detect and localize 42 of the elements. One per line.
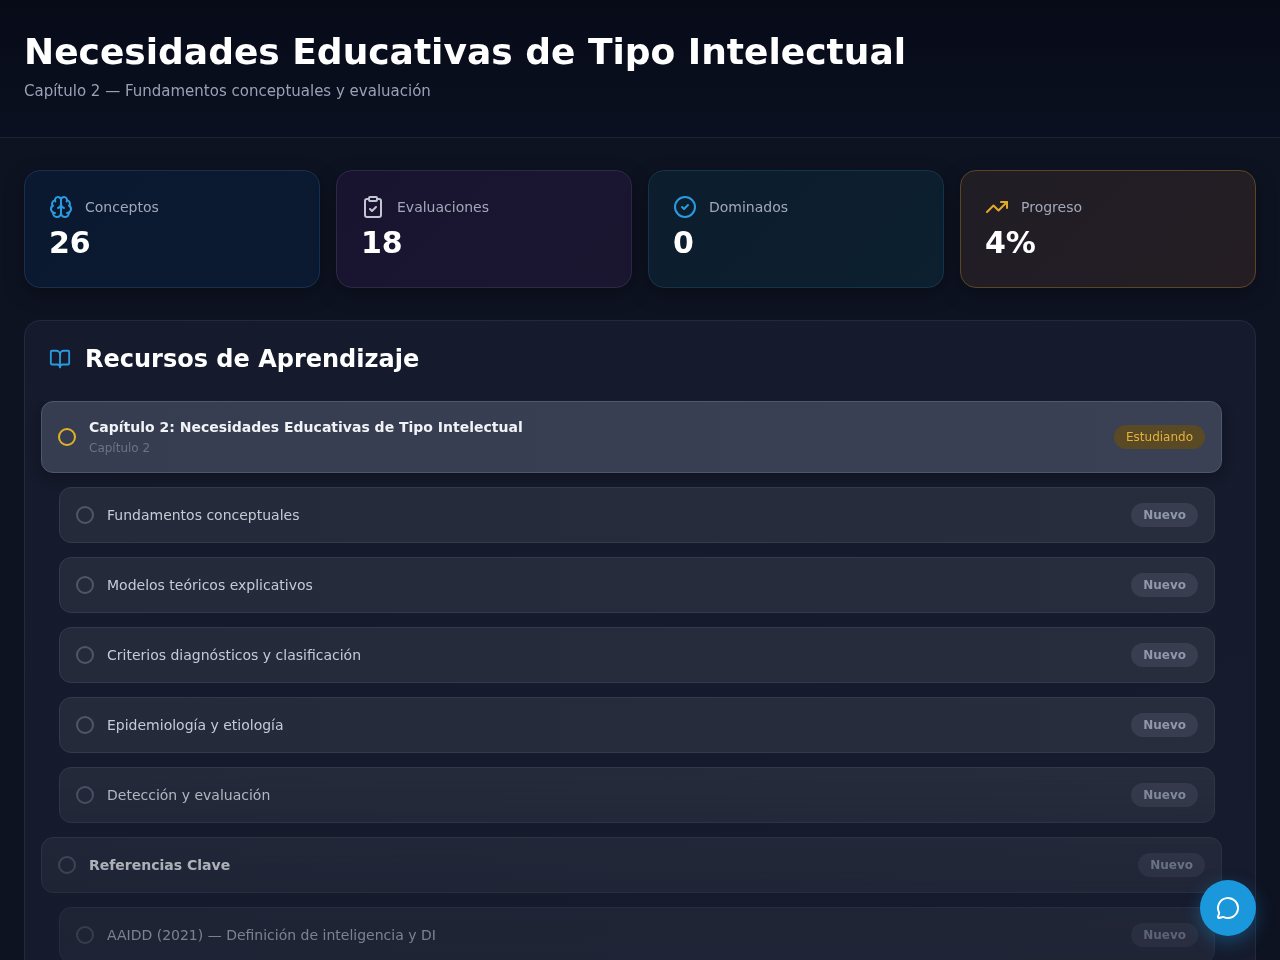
stat-label: Conceptos: [85, 198, 159, 217]
status-badge: Nuevo: [1131, 783, 1198, 807]
stat-value: 26: [49, 225, 92, 261]
stat-label: Progreso: [1021, 198, 1083, 217]
status-badge: Nuevo: [1131, 713, 1198, 737]
ring-icon: [76, 786, 94, 804]
item-title: Capítulo 2: Necesidades Educativas de Tipo Intelectual: [89, 418, 523, 436]
item-title: Modelos teóricos explicativos: [107, 576, 313, 594]
status-badge: Nuevo: [1138, 853, 1205, 877]
ring-icon: [58, 428, 76, 446]
ring-icon: [58, 856, 76, 874]
panel-title: Recursos de Aprendizaje: [85, 344, 420, 375]
stat-value: 0: [673, 225, 695, 261]
stat-value: 18: [361, 225, 404, 261]
page-title: Necesidades Educativas de Tipo Intelectual: [24, 30, 908, 74]
ring-icon: [76, 646, 94, 664]
ring-icon: [76, 716, 94, 734]
ring-icon: [76, 926, 94, 944]
status-badge: Estudiando: [1114, 425, 1205, 449]
item-title: Fundamentos conceptuales: [107, 506, 300, 524]
page-subtitle: Capítulo 2 — Fundamentos conceptuales y evaluación: [24, 81, 432, 101]
chat-bubble-icon: [1216, 896, 1240, 920]
status-badge: Nuevo: [1131, 503, 1198, 527]
item-title: Criterios diagnósticos y clasificación: [107, 646, 362, 664]
book-icon: [49, 348, 71, 370]
topic-row[interactable]: Modelos teóricos explicativos Nuevo: [59, 557, 1215, 613]
section-row[interactable]: Referencias Clave Nuevo: [41, 837, 1222, 893]
stat-label: Dominados: [709, 198, 789, 217]
stat-label: Evaluaciones: [397, 198, 489, 217]
status-badge: Nuevo: [1131, 643, 1198, 667]
item-title: Epidemiología y etiología: [107, 716, 284, 734]
ring-icon: [76, 576, 94, 594]
topic-row[interactable]: Criterios diagnósticos y clasificación Nuevo: [59, 627, 1215, 683]
item-title: Referencias Clave: [89, 856, 231, 874]
item-title: AAIDD (2021) — Definición de inteligencia y DI: [107, 926, 436, 944]
status-badge: Nuevo: [1131, 573, 1198, 597]
topic-row[interactable]: Fundamentos conceptuales Nuevo: [59, 487, 1215, 543]
topic-row[interactable]: Detección y evaluación Nuevo: [59, 767, 1215, 823]
item-title: Detección y evaluación: [107, 786, 271, 804]
stat-value: 4%: [985, 225, 1037, 261]
topic-row[interactable]: Epidemiología y etiología Nuevo: [59, 697, 1215, 753]
ring-icon: [76, 506, 94, 524]
